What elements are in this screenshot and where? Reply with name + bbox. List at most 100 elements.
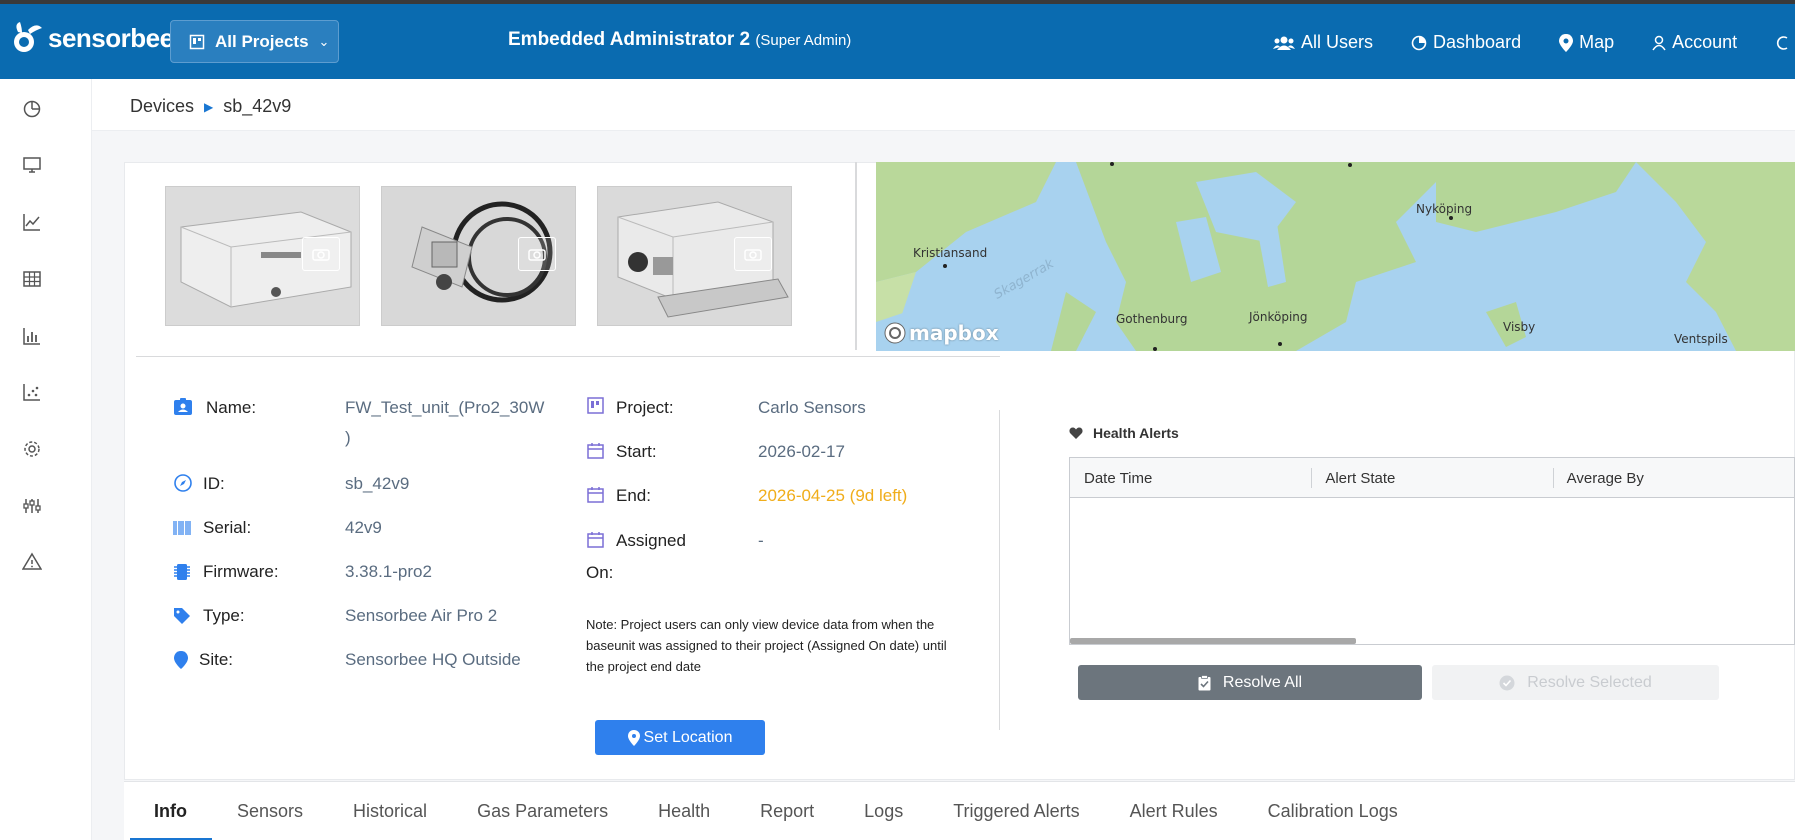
nav-map-label: Map bbox=[1579, 32, 1615, 52]
tab-calibration-logs[interactable]: Calibration Logs bbox=[1243, 782, 1423, 840]
map-label: Nyköping bbox=[1416, 202, 1473, 216]
table-header: Date Time Alert State Average By bbox=[1070, 458, 1794, 498]
sidebar-warning-icon[interactable] bbox=[20, 550, 44, 574]
tab-health[interactable]: Health bbox=[633, 782, 735, 840]
compass-icon bbox=[174, 474, 192, 492]
map-label: Visby bbox=[1503, 320, 1536, 334]
project-value[interactable]: Carlo Sensors bbox=[758, 398, 866, 418]
start-label: Start: bbox=[616, 442, 657, 461]
assigned-label: Assigned bbox=[616, 531, 686, 550]
resolve-selected-button[interactable]: Resolve Selected bbox=[1432, 665, 1719, 700]
resolve-selected-label: Resolve Selected bbox=[1527, 673, 1652, 691]
resolve-all-label: Resolve All bbox=[1222, 673, 1303, 691]
brand-logo[interactable]: sensorbee bbox=[10, 20, 174, 56]
tab-info[interactable]: Info bbox=[124, 782, 212, 840]
tab-logs[interactable]: Logs bbox=[839, 782, 928, 840]
camera-icon[interactable] bbox=[734, 237, 772, 271]
project-selector[interactable]: All Projects ⌄ bbox=[170, 20, 339, 63]
top-nav: All Users Dashboard Map Account bbox=[1273, 32, 1795, 53]
mapbox-logo[interactable]: mapbox bbox=[884, 321, 999, 345]
set-location-button[interactable]: Set Location bbox=[595, 720, 765, 755]
bee-icon bbox=[14, 22, 42, 52]
id-label: ID: bbox=[203, 474, 225, 493]
breadcrumb-bar bbox=[92, 79, 1795, 131]
firmware-value: 3.38.1-pro2 bbox=[345, 562, 432, 581]
assigned-value: - bbox=[758, 531, 764, 550]
type-value: Sensorbee Air Pro 2 bbox=[345, 606, 498, 625]
serial-value: 42v9 bbox=[345, 518, 382, 537]
sidebar-sliders-icon[interactable] bbox=[20, 494, 44, 518]
caret-right-icon: ▶ bbox=[204, 99, 214, 114]
nav-overflow[interactable] bbox=[1775, 32, 1795, 53]
id-value: sb_42v9 bbox=[345, 474, 410, 493]
device-photo-3[interactable] bbox=[597, 186, 792, 326]
top-header: sensorbee All Projects ⌄ Embedded Admini… bbox=[0, 4, 1795, 79]
breadcrumb-current: sb_42v9 bbox=[223, 96, 292, 116]
photo-map-divider bbox=[855, 162, 857, 350]
board-icon bbox=[189, 34, 205, 49]
sidebar-scatter-chart-icon[interactable] bbox=[20, 380, 44, 404]
camera-icon[interactable] bbox=[302, 237, 340, 271]
sidebar-bar-chart-icon[interactable] bbox=[20, 324, 44, 348]
breadcrumb-devices[interactable]: Devices bbox=[130, 96, 194, 117]
project-label: Project: bbox=[616, 398, 674, 417]
project-board-icon bbox=[587, 397, 604, 414]
horizontal-scrollbar[interactable] bbox=[1070, 638, 1356, 644]
tab-report[interactable]: Report bbox=[735, 782, 839, 840]
device-map[interactable]: Kristiansand Skagerrak Gothenburg Jönköp… bbox=[876, 162, 1795, 351]
firmware-label: Firmware: bbox=[203, 562, 279, 581]
nav-dashboard-label: Dashboard bbox=[1433, 32, 1522, 52]
name-value: FW_Test_unit_(Pro2_30W bbox=[345, 398, 545, 417]
assigned-label-cont: On: bbox=[586, 563, 614, 582]
camera-icon[interactable] bbox=[518, 237, 556, 271]
map-pin-icon bbox=[1559, 33, 1574, 52]
tab-triggered-alerts[interactable]: Triggered Alerts bbox=[928, 782, 1104, 840]
health-alerts-title: Health Alerts bbox=[1069, 425, 1179, 441]
mapbox-attribution: mapbox bbox=[909, 321, 999, 345]
tag-icon bbox=[174, 608, 190, 624]
tab-sensors[interactable]: Sensors bbox=[212, 782, 328, 840]
sidebar bbox=[0, 79, 92, 840]
map-label: Gothenburg bbox=[1116, 312, 1188, 326]
tab-gas-parameters[interactable]: Gas Parameters bbox=[452, 782, 633, 840]
sidebar-monitor-icon[interactable] bbox=[20, 153, 44, 177]
admin-title: Embedded Administrator 2 (Super Admin) bbox=[508, 29, 851, 51]
tab-alert-rules[interactable]: Alert Rules bbox=[1105, 782, 1243, 840]
column-header-date-time[interactable]: Date Time bbox=[1070, 458, 1311, 498]
id-badge-icon bbox=[174, 398, 192, 415]
column-header-average-by[interactable]: Average By bbox=[1552, 458, 1794, 498]
serial-label: Serial: bbox=[203, 518, 252, 537]
sidebar-gear-icon[interactable] bbox=[20, 437, 44, 461]
device-photo-2[interactable] bbox=[381, 186, 576, 326]
health-alerts-label: Health Alerts bbox=[1093, 425, 1179, 441]
column-header-alert-state[interactable]: Alert State bbox=[1311, 458, 1552, 498]
site-value: Sensorbee HQ Outside bbox=[345, 650, 521, 669]
nav-dashboard[interactable]: Dashboard bbox=[1411, 32, 1521, 53]
check-circle-icon bbox=[1499, 675, 1515, 690]
end-label: End: bbox=[616, 486, 651, 505]
calendar-icon bbox=[587, 532, 604, 548]
nav-account[interactable]: Account bbox=[1652, 32, 1737, 53]
name-value-cont: ) bbox=[345, 428, 351, 447]
tab-historical[interactable]: Historical bbox=[328, 782, 452, 840]
device-photo-1[interactable] bbox=[165, 186, 360, 326]
end-value: 2026-04-25 (9d left) bbox=[758, 486, 908, 505]
nav-all-users-label: All Users bbox=[1301, 32, 1374, 52]
nav-map[interactable]: Map bbox=[1559, 32, 1614, 53]
sidebar-dashboard-icon[interactable] bbox=[20, 97, 44, 121]
barcode-icon bbox=[173, 521, 191, 535]
nav-account-label: Account bbox=[1672, 32, 1738, 52]
calendar-icon bbox=[587, 487, 604, 503]
location-pin-icon bbox=[174, 651, 188, 669]
logout-icon bbox=[1777, 35, 1788, 50]
brand-name: sensorbee bbox=[48, 22, 174, 53]
nav-all-users[interactable]: All Users bbox=[1273, 32, 1373, 53]
sidebar-line-chart-icon[interactable] bbox=[20, 210, 44, 234]
sidebar-table-icon[interactable] bbox=[20, 267, 44, 291]
name-label: Name: bbox=[206, 398, 257, 417]
pie-chart-icon bbox=[1411, 35, 1427, 50]
map-tiles bbox=[876, 162, 1795, 351]
type-label: Type: bbox=[203, 606, 245, 625]
mapbox-icon bbox=[884, 322, 906, 344]
resolve-all-button[interactable]: Resolve All bbox=[1078, 665, 1422, 700]
